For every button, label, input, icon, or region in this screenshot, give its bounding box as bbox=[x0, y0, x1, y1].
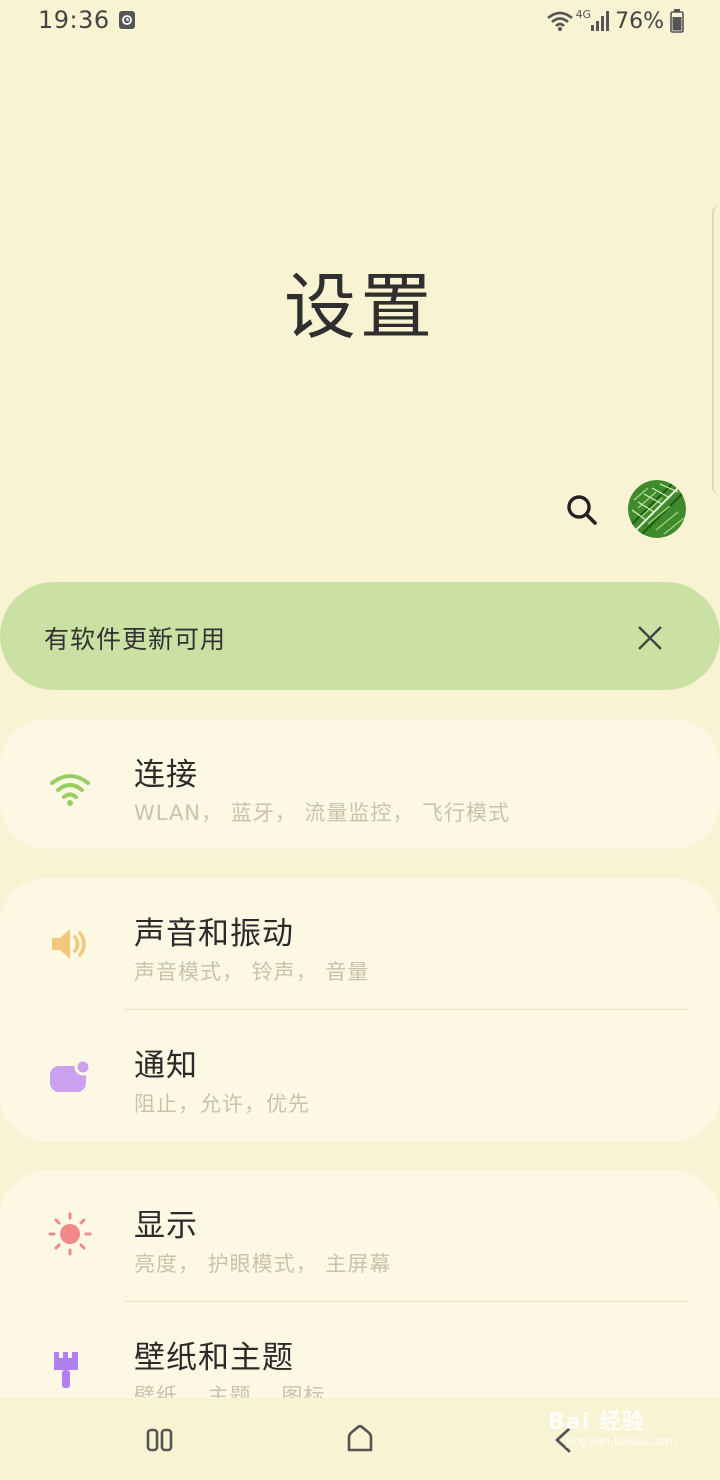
status-time: 19:36 bbox=[38, 6, 110, 34]
settings-card-sound-notifications: 声音和振动 声音模式， 铃声， 音量 通知 阻止，允许，优先 bbox=[0, 878, 720, 1142]
settings-item-title: 声音和振动 bbox=[134, 916, 294, 952]
update-banner-text: 有软件更新可用 bbox=[44, 625, 227, 654]
settings-item-title: 壁纸和主题 bbox=[134, 1340, 294, 1376]
speaker-icon bbox=[52, 929, 86, 959]
settings-item-connections[interactable]: 连接 WLAN， 蓝牙， 流量监控， 飞行模式 bbox=[0, 719, 720, 849]
settings-item-sound[interactable]: 声音和振动 声音模式， 铃声， 音量 bbox=[0, 878, 720, 1010]
clock-notification-icon bbox=[119, 11, 135, 29]
software-update-banner[interactable]: 有软件更新可用 bbox=[0, 582, 720, 690]
brightness-icon bbox=[48, 1212, 92, 1256]
close-icon[interactable] bbox=[636, 624, 664, 652]
brush-icon bbox=[54, 1352, 78, 1388]
watermark-logo: Bai 经验 bbox=[548, 1410, 645, 1435]
watermark-url: jingyan.baidu.com bbox=[566, 1434, 677, 1448]
wifi-icon bbox=[50, 774, 90, 806]
settings-item-title: 显示 bbox=[134, 1208, 198, 1244]
settings-item-subtitle: 亮度， 护眼模式， 主屏幕 bbox=[134, 1252, 392, 1276]
status-bar: 19:36 4G 76% bbox=[0, 0, 720, 44]
settings-item-subtitle: 阻止，允许，优先 bbox=[134, 1092, 310, 1116]
settings-item-title: 通知 bbox=[134, 1048, 198, 1084]
battery-percent: 76% bbox=[615, 8, 664, 34]
settings-item-wallpaper[interactable]: 壁纸和主题 壁纸， 主题， 图标 bbox=[0, 1302, 720, 1398]
settings-item-notifications[interactable]: 通知 阻止，允许，优先 bbox=[0, 1010, 720, 1142]
settings-item-subtitle: 声音模式， 铃声， 音量 bbox=[134, 960, 370, 984]
recent-apps-icon[interactable] bbox=[140, 1420, 180, 1460]
search-icon[interactable] bbox=[562, 490, 602, 530]
settings-card-connections: 连接 WLAN， 蓝牙， 流量监控， 飞行模式 bbox=[0, 719, 720, 849]
status-indicators: 4G 76% bbox=[546, 6, 684, 36]
settings-item-display[interactable]: 显示 亮度， 护眼模式， 主屏幕 bbox=[0, 1170, 720, 1302]
settings-item-subtitle: 壁纸， 主题， 图标 bbox=[134, 1384, 326, 1398]
wifi-status-icon bbox=[546, 11, 573, 31]
settings-item-subtitle: WLAN， 蓝牙， 流量监控， 飞行模式 bbox=[134, 801, 511, 825]
settings-card-display-wallpaper: 显示 亮度， 护眼模式， 主屏幕 壁纸和主题 壁纸， 主题， 图标 bbox=[0, 1170, 720, 1398]
home-icon[interactable] bbox=[340, 1420, 380, 1460]
page-title: 设置 bbox=[283, 265, 436, 349]
notification-icon bbox=[50, 1058, 92, 1092]
network-type-label: 4G bbox=[575, 7, 592, 21]
battery-icon bbox=[670, 9, 684, 33]
signal-icon bbox=[591, 11, 610, 31]
settings-item-title: 连接 bbox=[134, 757, 198, 793]
account-avatar[interactable] bbox=[628, 480, 686, 538]
